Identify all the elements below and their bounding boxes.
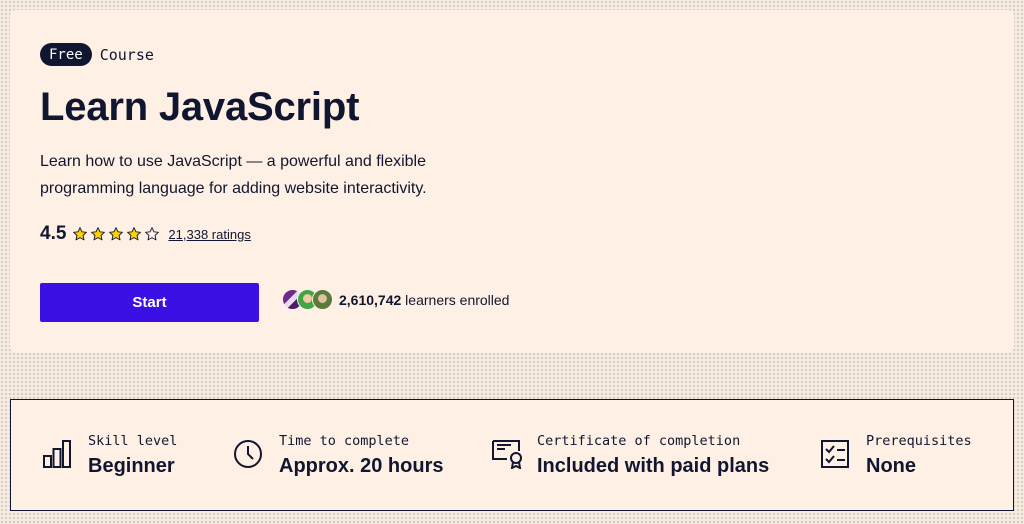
course-badge-row: Free Course — [40, 43, 154, 66]
course-hero-card: Free Course Learn JavaScript Learn how t… — [10, 10, 1014, 353]
ratings-count-link[interactable]: 21,338 ratings — [168, 227, 250, 242]
star-filled-icon — [127, 227, 142, 241]
star-filled-icon — [91, 227, 106, 241]
star-filled-icon — [73, 227, 88, 241]
learners-suffix: learners enrolled — [401, 291, 510, 308]
avatar — [312, 289, 333, 310]
rating-row: 4.5 21,338 ratings — [40, 223, 251, 245]
learners-enrolled: 2,610,742 learners enrolled — [282, 289, 509, 310]
course-type-label: Course — [99, 45, 154, 64]
clock-icon — [233, 439, 267, 473]
learners-count: 2,610,742 — [339, 291, 402, 308]
star-filled-icon — [109, 227, 124, 241]
stat-label: Certificate of completion — [537, 433, 741, 449]
stat-value: Approx. 20 hours — [279, 455, 444, 477]
rating-value: 4.5 — [40, 223, 67, 244]
course-description: Learn how to use JavaScript — a powerful… — [40, 153, 427, 197]
stat-value: Included with paid plans — [537, 455, 770, 477]
certificate-icon — [491, 439, 525, 473]
star-empty-icon — [145, 227, 160, 241]
stat-value: None — [866, 455, 916, 477]
course-stats-bar: Skill level Beginner Time to complete Ap… — [10, 399, 1014, 511]
stat-skill-level: Skill level Beginner — [42, 433, 177, 478]
free-badge: Free — [40, 43, 92, 66]
stat-time-to-complete: Time to complete Approx. 20 hours — [233, 433, 443, 478]
learners-text: 2,610,742 learners enrolled — [339, 292, 509, 308]
rating-stars — [72, 226, 160, 242]
start-course-button[interactable]: Start — [40, 283, 259, 322]
bar-chart-icon — [42, 439, 76, 473]
checklist-icon — [820, 439, 854, 473]
stat-label: Skill level — [88, 433, 178, 449]
stat-value: Beginner — [88, 455, 175, 477]
course-title: Learn JavaScript — [40, 85, 360, 129]
stat-label: Time to complete — [279, 433, 410, 449]
learner-avatars — [282, 289, 333, 310]
stat-prerequisites: Prerequisites None — [820, 433, 972, 478]
stat-certificate: Certificate of completion Included with … — [491, 433, 769, 478]
stat-label: Prerequisites — [866, 433, 972, 449]
